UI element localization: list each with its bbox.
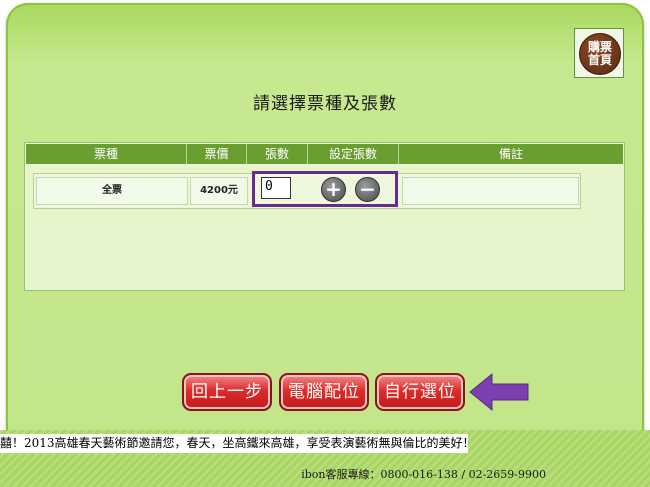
column-header-quantity: 張數 bbox=[247, 144, 308, 164]
home-button-line2: 首頁 bbox=[587, 53, 612, 67]
customer-service-hotline: ibon客服專線：0800-016-138 / 02-2659-9900 bbox=[301, 468, 546, 481]
column-header-set-quantity: 設定張數 bbox=[308, 144, 399, 164]
ticket-home-button[interactable]: 購票 首頁 bbox=[574, 28, 624, 78]
page-title: 請選擇票種及張數 bbox=[253, 94, 397, 114]
column-header-price: 票價 bbox=[187, 144, 247, 164]
back-button[interactable]: 回上一步 bbox=[182, 373, 272, 411]
ticket-type-cell: 全票 bbox=[36, 177, 188, 205]
column-header-note: 備註 bbox=[498, 147, 523, 161]
note-cell bbox=[402, 177, 579, 205]
manual-seat-button[interactable]: 自行選位 bbox=[375, 373, 465, 411]
ticket-home-icon: 購票 首頁 bbox=[579, 33, 621, 75]
table-header: 票種 票價 張數 設定張數 備註 bbox=[26, 144, 623, 164]
auto-seat-button[interactable]: 電腦配位 bbox=[279, 373, 369, 411]
left-arrow-icon bbox=[469, 372, 529, 412]
ticket-table: 票種 票價 張數 設定張數 備註 全票 4200元 bbox=[24, 142, 625, 291]
column-header-ticket-type: 票種 bbox=[26, 144, 187, 164]
news-ticker: 囍！2013高雄春天藝術節邀請您，春天，坐高鐵來高雄，享受表演藝術無與倫比的美好… bbox=[0, 434, 468, 453]
quantity-highlight-box bbox=[252, 171, 398, 207]
price-cell: 4200元 bbox=[190, 177, 248, 205]
